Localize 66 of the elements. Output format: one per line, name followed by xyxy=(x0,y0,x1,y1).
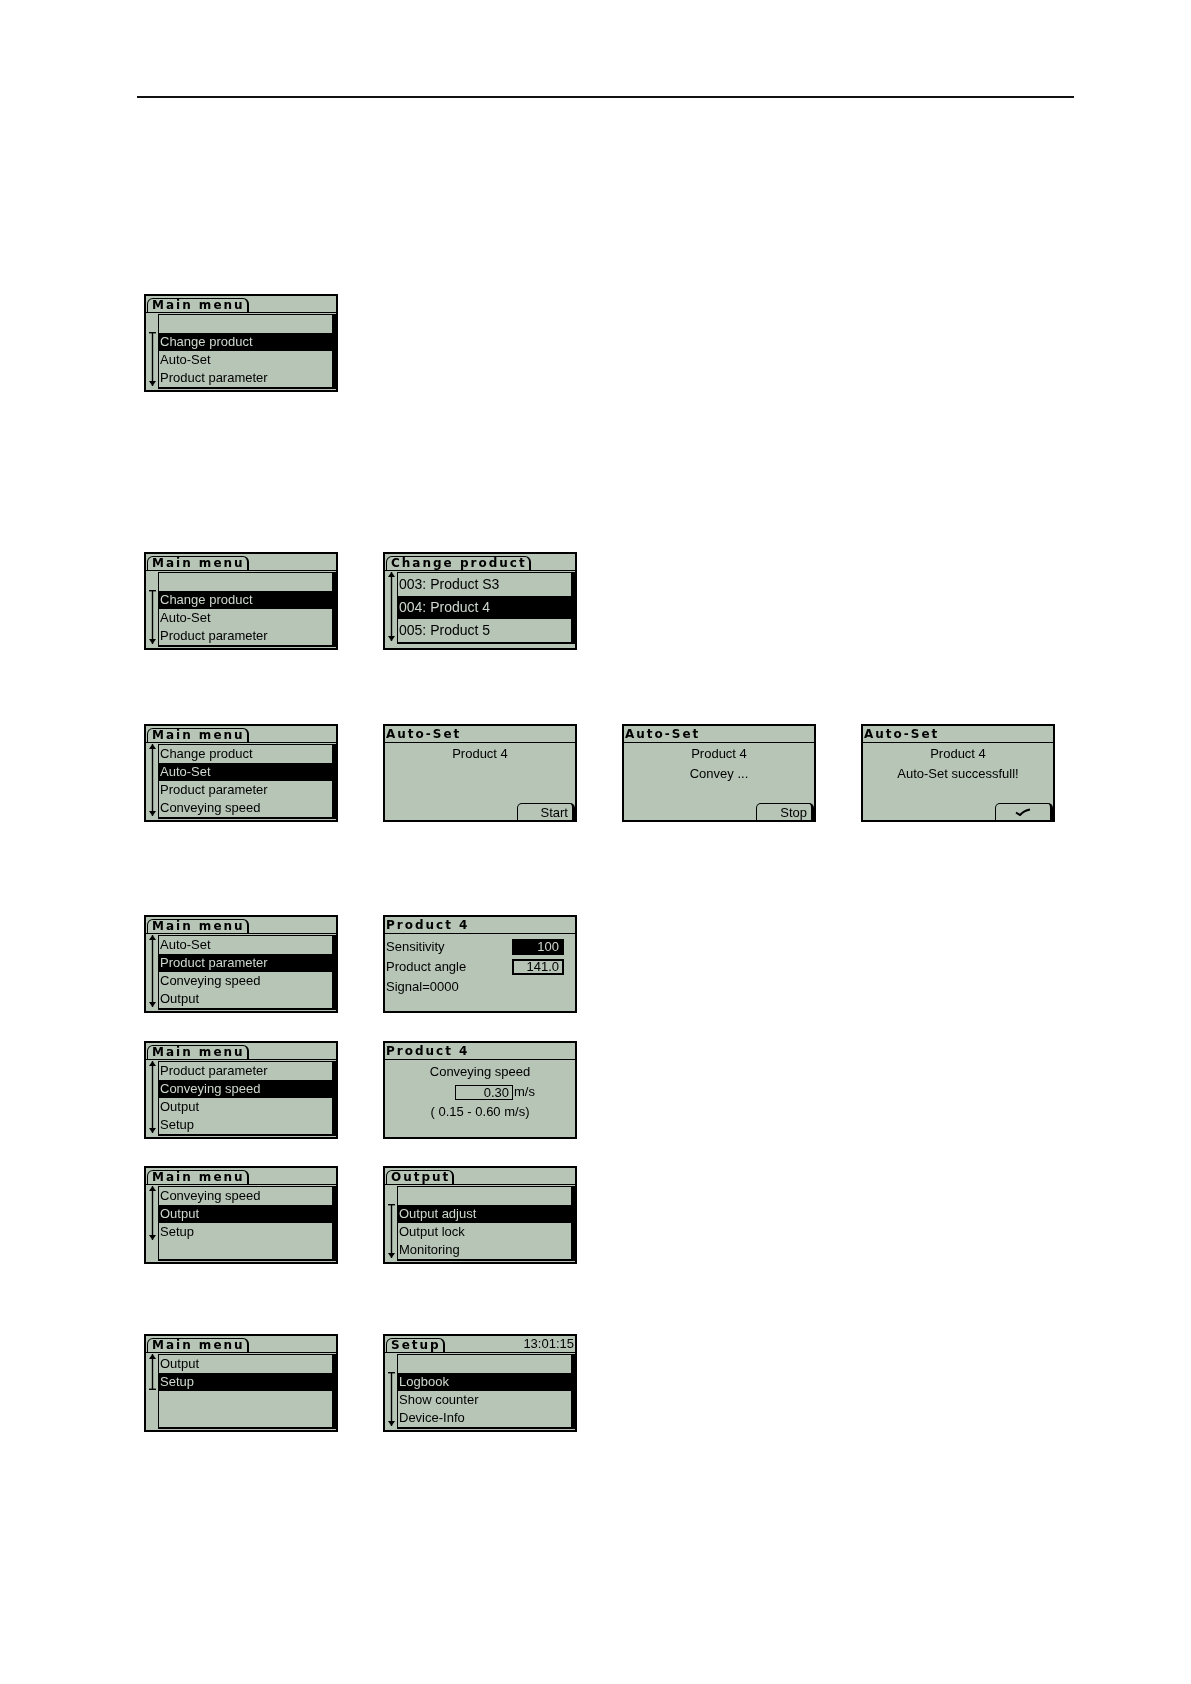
screen-title: Auto-Set xyxy=(624,727,701,742)
setting-caption: Conveying speed xyxy=(429,1063,531,1081)
menu-item[interactable]: Conveying speed xyxy=(159,1187,332,1205)
message-text: Product 4 xyxy=(691,745,747,763)
menu-item[interactable]: Auto-Set xyxy=(159,763,332,781)
menu-item[interactable]: Conveying speed xyxy=(159,972,332,990)
softkey-button[interactable]: Start xyxy=(517,803,575,820)
menu-item[interactable]: Change product xyxy=(159,745,332,763)
screen-title: Product 4 xyxy=(385,1044,470,1059)
check-icon xyxy=(1015,808,1031,816)
message-text: Product 4 xyxy=(930,745,986,763)
menu-item[interactable]: Setup xyxy=(159,1116,332,1134)
menu-item[interactable]: Product parameter xyxy=(159,954,332,972)
screen-title: Main menu xyxy=(147,1170,249,1184)
screen-title: Main menu xyxy=(147,1045,249,1059)
screen-title: Main menu xyxy=(147,298,249,312)
status-text: Signal=0000 xyxy=(386,978,460,996)
menu-item[interactable]: 005: Product 5 xyxy=(398,619,571,642)
menu-item[interactable]: Setup xyxy=(159,1373,332,1391)
menu-item[interactable]: Show counter xyxy=(398,1391,571,1409)
menu-item[interactable]: Product parameter xyxy=(159,781,332,799)
screen-title: Setup xyxy=(386,1338,445,1352)
unit-label: m/s xyxy=(513,1084,535,1100)
screen-title: Main menu xyxy=(147,728,249,742)
message-text: Auto-Set successfull! xyxy=(897,765,1019,783)
menu-item[interactable]: Auto-Set xyxy=(159,351,332,369)
screen-title: Main menu xyxy=(147,556,249,570)
menu-item[interactable]: Output xyxy=(159,1355,332,1373)
value-field[interactable]: 100 xyxy=(512,939,564,955)
menu-item[interactable]: Conveying speed xyxy=(159,799,332,817)
menu-item[interactable]: Logbook xyxy=(398,1373,571,1391)
menu-item[interactable]: Output xyxy=(159,1098,332,1116)
menu-item[interactable]: Auto-Set xyxy=(159,936,332,954)
message-text: Product 4 xyxy=(452,745,508,763)
menu-item[interactable]: Output xyxy=(159,990,332,1008)
menu-item[interactable]: Device-Info xyxy=(398,1409,571,1427)
menu-item[interactable]: Change product xyxy=(159,333,332,351)
menu-item[interactable]: Conveying speed xyxy=(159,1080,332,1098)
message-text: Convey ... xyxy=(689,765,749,783)
value-field[interactable]: 0.30 xyxy=(455,1084,513,1100)
menu-item[interactable]: Output xyxy=(159,1205,332,1223)
menu-item[interactable]: Setup xyxy=(159,1223,332,1241)
menu-item[interactable]: Change product xyxy=(159,591,332,609)
screen-title: Auto-Set xyxy=(863,727,940,742)
softkey-button[interactable]: Stop xyxy=(756,803,814,820)
parameter-label: Sensitivity xyxy=(386,939,445,955)
screen-title: Change product xyxy=(386,556,531,570)
screen-title: Main menu xyxy=(147,919,249,933)
menu-item[interactable]: Output adjust xyxy=(398,1205,571,1223)
softkey-button[interactable] xyxy=(995,803,1053,820)
screen-title: Main menu xyxy=(147,1338,249,1352)
screen-title: Auto-Set xyxy=(385,727,462,742)
menu-item[interactable]: Auto-Set xyxy=(159,609,332,627)
range-text: ( 0.15 - 0.60 m/s) xyxy=(430,1103,530,1121)
menu-item[interactable]: Product parameter xyxy=(159,369,332,387)
value-field[interactable]: 141.0 xyxy=(512,959,564,975)
menu-item[interactable]: 004: Product 4 xyxy=(398,596,571,619)
clock-text: 13:01:15 xyxy=(523,1336,575,1351)
screen-title: Output xyxy=(386,1170,455,1184)
menu-item[interactable]: Output lock xyxy=(398,1223,571,1241)
menu-item[interactable]: 003: Product S3 xyxy=(398,573,571,596)
menu-item[interactable]: Monitoring xyxy=(398,1241,571,1259)
menu-item[interactable]: Product parameter xyxy=(159,627,332,645)
screen-title: Product 4 xyxy=(385,918,470,933)
menu-item[interactable]: Product parameter xyxy=(159,1062,332,1080)
parameter-label: Product angle xyxy=(386,959,467,975)
